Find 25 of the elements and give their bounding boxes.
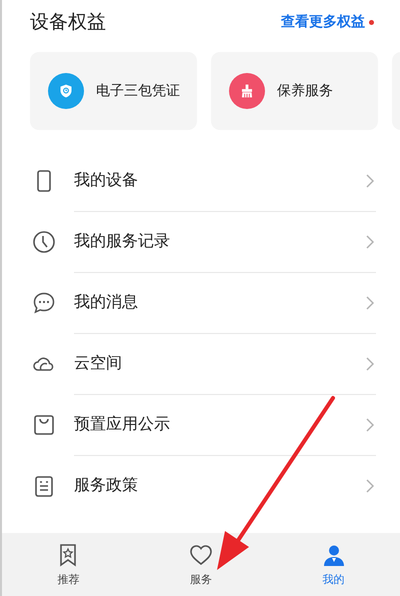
benefit-card[interactable]: 电子三包凭证 xyxy=(30,52,197,130)
chevron-icon xyxy=(366,478,374,492)
menu-item[interactable]: 云空间 xyxy=(2,333,400,394)
nav-tab[interactable]: 服务 xyxy=(134,533,268,596)
shopping-bag-icon xyxy=(32,412,56,436)
nav-tab[interactable]: 我的 xyxy=(267,533,400,596)
chevron-icon xyxy=(366,356,374,370)
more-benefits-link[interactable]: 查看更多权益 xyxy=(281,13,365,31)
heart-icon xyxy=(189,542,213,566)
menu-item[interactable]: 服务政策 xyxy=(2,455,400,516)
benefit-card[interactable]: 保养服务 xyxy=(211,52,378,130)
clock-icon xyxy=(32,230,56,254)
nav-tab[interactable]: 推荐 xyxy=(2,533,135,596)
chevron-icon xyxy=(366,234,374,248)
chat-bubble-icon xyxy=(32,290,56,314)
person-icon xyxy=(322,542,346,566)
section-title: 设备权益 xyxy=(30,10,106,35)
menu-item[interactable]: 我的服务记录 xyxy=(2,211,400,272)
chevron-icon xyxy=(366,418,374,432)
chevron-icon xyxy=(366,296,374,310)
menu-item[interactable]: 我的消息 xyxy=(2,272,400,333)
chevron-icon xyxy=(366,174,374,188)
document-icon xyxy=(32,474,56,498)
menu-item[interactable]: 预置应用公示 xyxy=(2,394,400,455)
menu-item[interactable]: 我的设备 xyxy=(2,150,400,211)
